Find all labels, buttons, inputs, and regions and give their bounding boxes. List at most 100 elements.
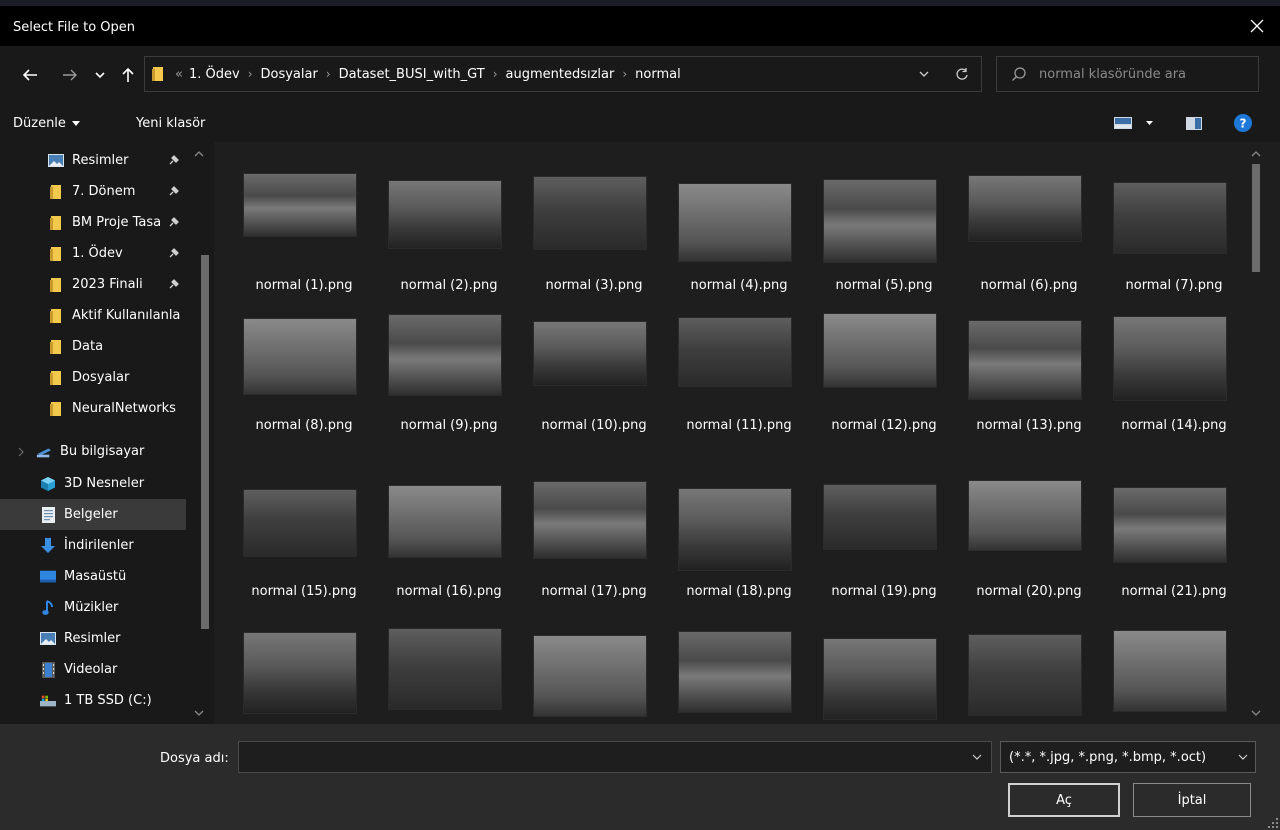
file-item[interactable] xyxy=(959,629,1099,724)
scroll-up-arrow[interactable] xyxy=(1250,148,1262,160)
cancel-button[interactable]: İptal xyxy=(1133,783,1251,817)
sidebar-scroll-thumb[interactable] xyxy=(201,255,209,629)
address-bar[interactable]: « 1. Ödev › Dosyalar › Dataset_BUSI_with… xyxy=(144,56,982,92)
file-item[interactable] xyxy=(234,629,374,724)
folder-icon xyxy=(48,401,64,417)
file-name: normal (9).png xyxy=(400,418,498,433)
file-item[interactable]: normal (14).png xyxy=(1104,314,1244,464)
file-item[interactable]: normal (3).png xyxy=(524,174,664,324)
command-bar: Düzenle Yeni klasör ? xyxy=(0,104,1280,142)
file-item[interactable]: normal (20).png xyxy=(959,480,1099,630)
sidebar-item-ssd[interactable]: 1 TB SSD (C:) xyxy=(0,685,186,716)
file-item[interactable]: normal (4).png xyxy=(669,174,809,324)
file-item[interactable]: normal (5).png xyxy=(814,174,954,324)
sidebar-item-indirilenler[interactable]: İndirilenler xyxy=(0,530,186,561)
resize-grip-icon[interactable] xyxy=(1268,818,1278,828)
chevron-right-icon[interactable] xyxy=(16,444,26,460)
file-item[interactable]: normal (2).png xyxy=(379,174,519,324)
scroll-down-arrow[interactable] xyxy=(1250,707,1262,719)
file-item[interactable]: normal (1).png xyxy=(234,174,374,324)
file-thumbnail xyxy=(969,321,1081,399)
file-item[interactable] xyxy=(379,629,519,724)
file-item[interactable]: normal (15).png xyxy=(234,480,374,630)
breadcrumb-overflow[interactable]: « xyxy=(175,67,183,82)
file-item[interactable]: normal (8).png xyxy=(234,314,374,464)
search-input[interactable] xyxy=(1039,63,1249,85)
search-box[interactable] xyxy=(996,56,1259,92)
chevron-right-icon[interactable]: › xyxy=(493,67,498,81)
filetype-dropdown-button[interactable] xyxy=(1231,742,1255,772)
breadcrumb-item[interactable]: augmentedsızlar xyxy=(506,67,615,82)
file-item[interactable]: normal (11).png xyxy=(669,314,809,464)
file-item[interactable]: normal (9).png xyxy=(379,314,519,464)
open-button[interactable]: Aç xyxy=(1008,783,1120,817)
filetype-select[interactable]: (*.*, *.jpg, *.png, *.bmp, *.oct) xyxy=(1000,741,1256,773)
forward-button[interactable] xyxy=(56,60,84,90)
file-item[interactable]: normal (13).png xyxy=(959,314,1099,464)
back-button[interactable] xyxy=(16,60,44,90)
close-button[interactable] xyxy=(1234,6,1280,46)
file-item[interactable]: normal (7).png xyxy=(1104,174,1244,324)
folder-icon xyxy=(48,184,64,200)
organize-button[interactable]: Düzenle xyxy=(13,104,80,142)
file-item[interactable] xyxy=(1104,629,1244,724)
file-item[interactable]: normal (17).png xyxy=(524,480,664,630)
sidebar-item-videolar[interactable]: Videolar xyxy=(0,654,186,685)
sidebar-item-7-donem[interactable]: 7. Dönem xyxy=(0,176,186,207)
address-dropdown-button[interactable] xyxy=(909,57,939,91)
file-item[interactable]: normal (12).png xyxy=(814,314,954,464)
pin-icon[interactable] xyxy=(168,247,180,263)
file-list[interactable]: normal (1).png normal (2).png normal (3).p… xyxy=(214,142,1280,724)
chevron-right-icon[interactable]: › xyxy=(248,67,253,81)
file-item[interactable]: normal (18).png xyxy=(669,480,809,630)
breadcrumb-item[interactable]: Dataset_BUSI_with_GT xyxy=(339,67,485,82)
breadcrumb-item[interactable]: normal xyxy=(635,67,681,82)
scroll-up-arrow[interactable] xyxy=(193,148,205,160)
help-button[interactable]: ? xyxy=(1234,104,1252,142)
sidebar-item-masaustu[interactable]: Masaüstü xyxy=(0,561,186,592)
scroll-down-arrow[interactable] xyxy=(193,707,205,719)
pin-icon[interactable] xyxy=(168,216,180,232)
file-thumbnail xyxy=(389,629,501,709)
new-folder-button[interactable]: Yeni klasör xyxy=(136,104,205,142)
view-options-button[interactable] xyxy=(1114,104,1153,142)
3d-objects-icon xyxy=(40,476,56,492)
sidebar-item-this-pc[interactable]: Bu bilgisayar xyxy=(0,436,186,467)
file-item[interactable]: normal (6).png xyxy=(959,174,1099,324)
filename-dropdown-button[interactable] xyxy=(963,742,991,772)
sidebar-item-resimler[interactable]: Resimler xyxy=(0,145,186,176)
sidebar-item-muzikler[interactable]: Müzikler xyxy=(0,592,186,623)
sidebar-item-data[interactable]: Data xyxy=(0,331,186,362)
file-item[interactable]: normal (16).png xyxy=(379,480,519,630)
sidebar-item-1-odev[interactable]: 1. Ödev xyxy=(0,238,186,269)
breadcrumb-item[interactable]: 1. Ödev xyxy=(189,67,240,82)
pin-icon[interactable] xyxy=(168,154,180,170)
sidebar-item-bm-proje[interactable]: BM Proje Tasa xyxy=(0,207,186,238)
file-item[interactable] xyxy=(814,629,954,724)
sidebar-item-label: Dosyalar xyxy=(72,370,130,385)
sidebar-item-dosyalar[interactable]: Dosyalar xyxy=(0,362,186,393)
sidebar-item-belgeler[interactable]: Belgeler xyxy=(0,499,186,530)
navigation-pane[interactable]: Resimler 7. Dönem BM Proje Tasa 1. Ödev … xyxy=(0,142,214,724)
file-item[interactable] xyxy=(524,629,664,724)
chevron-right-icon[interactable]: › xyxy=(622,67,627,81)
sidebar-item-resimler-pc[interactable]: Resimler xyxy=(0,623,186,654)
file-item[interactable]: normal (19).png xyxy=(814,480,954,630)
up-button[interactable] xyxy=(116,60,140,90)
sidebar-item-aktif[interactable]: Aktif Kullanılanla xyxy=(0,300,186,331)
sidebar-item-2023-finali[interactable]: 2023 Finali xyxy=(0,269,186,300)
sidebar-item-neuralnetworks[interactable]: NeuralNetworks xyxy=(0,393,186,424)
breadcrumb-item[interactable]: Dosyalar xyxy=(261,67,318,82)
file-item[interactable]: normal (21).png xyxy=(1104,480,1244,630)
pin-icon[interactable] xyxy=(168,278,180,294)
preview-pane-button[interactable] xyxy=(1186,104,1202,142)
file-list-scroll-thumb[interactable] xyxy=(1252,164,1260,272)
pin-icon[interactable] xyxy=(168,185,180,201)
sidebar-item-3d-nesneler[interactable]: 3D Nesneler xyxy=(0,468,186,499)
recent-locations-button[interactable] xyxy=(90,60,110,90)
file-item[interactable] xyxy=(669,629,809,724)
chevron-right-icon[interactable]: › xyxy=(326,67,331,81)
refresh-button[interactable] xyxy=(945,57,979,91)
file-item[interactable]: normal (10).png xyxy=(524,314,664,464)
filename-combobox[interactable] xyxy=(238,741,992,773)
